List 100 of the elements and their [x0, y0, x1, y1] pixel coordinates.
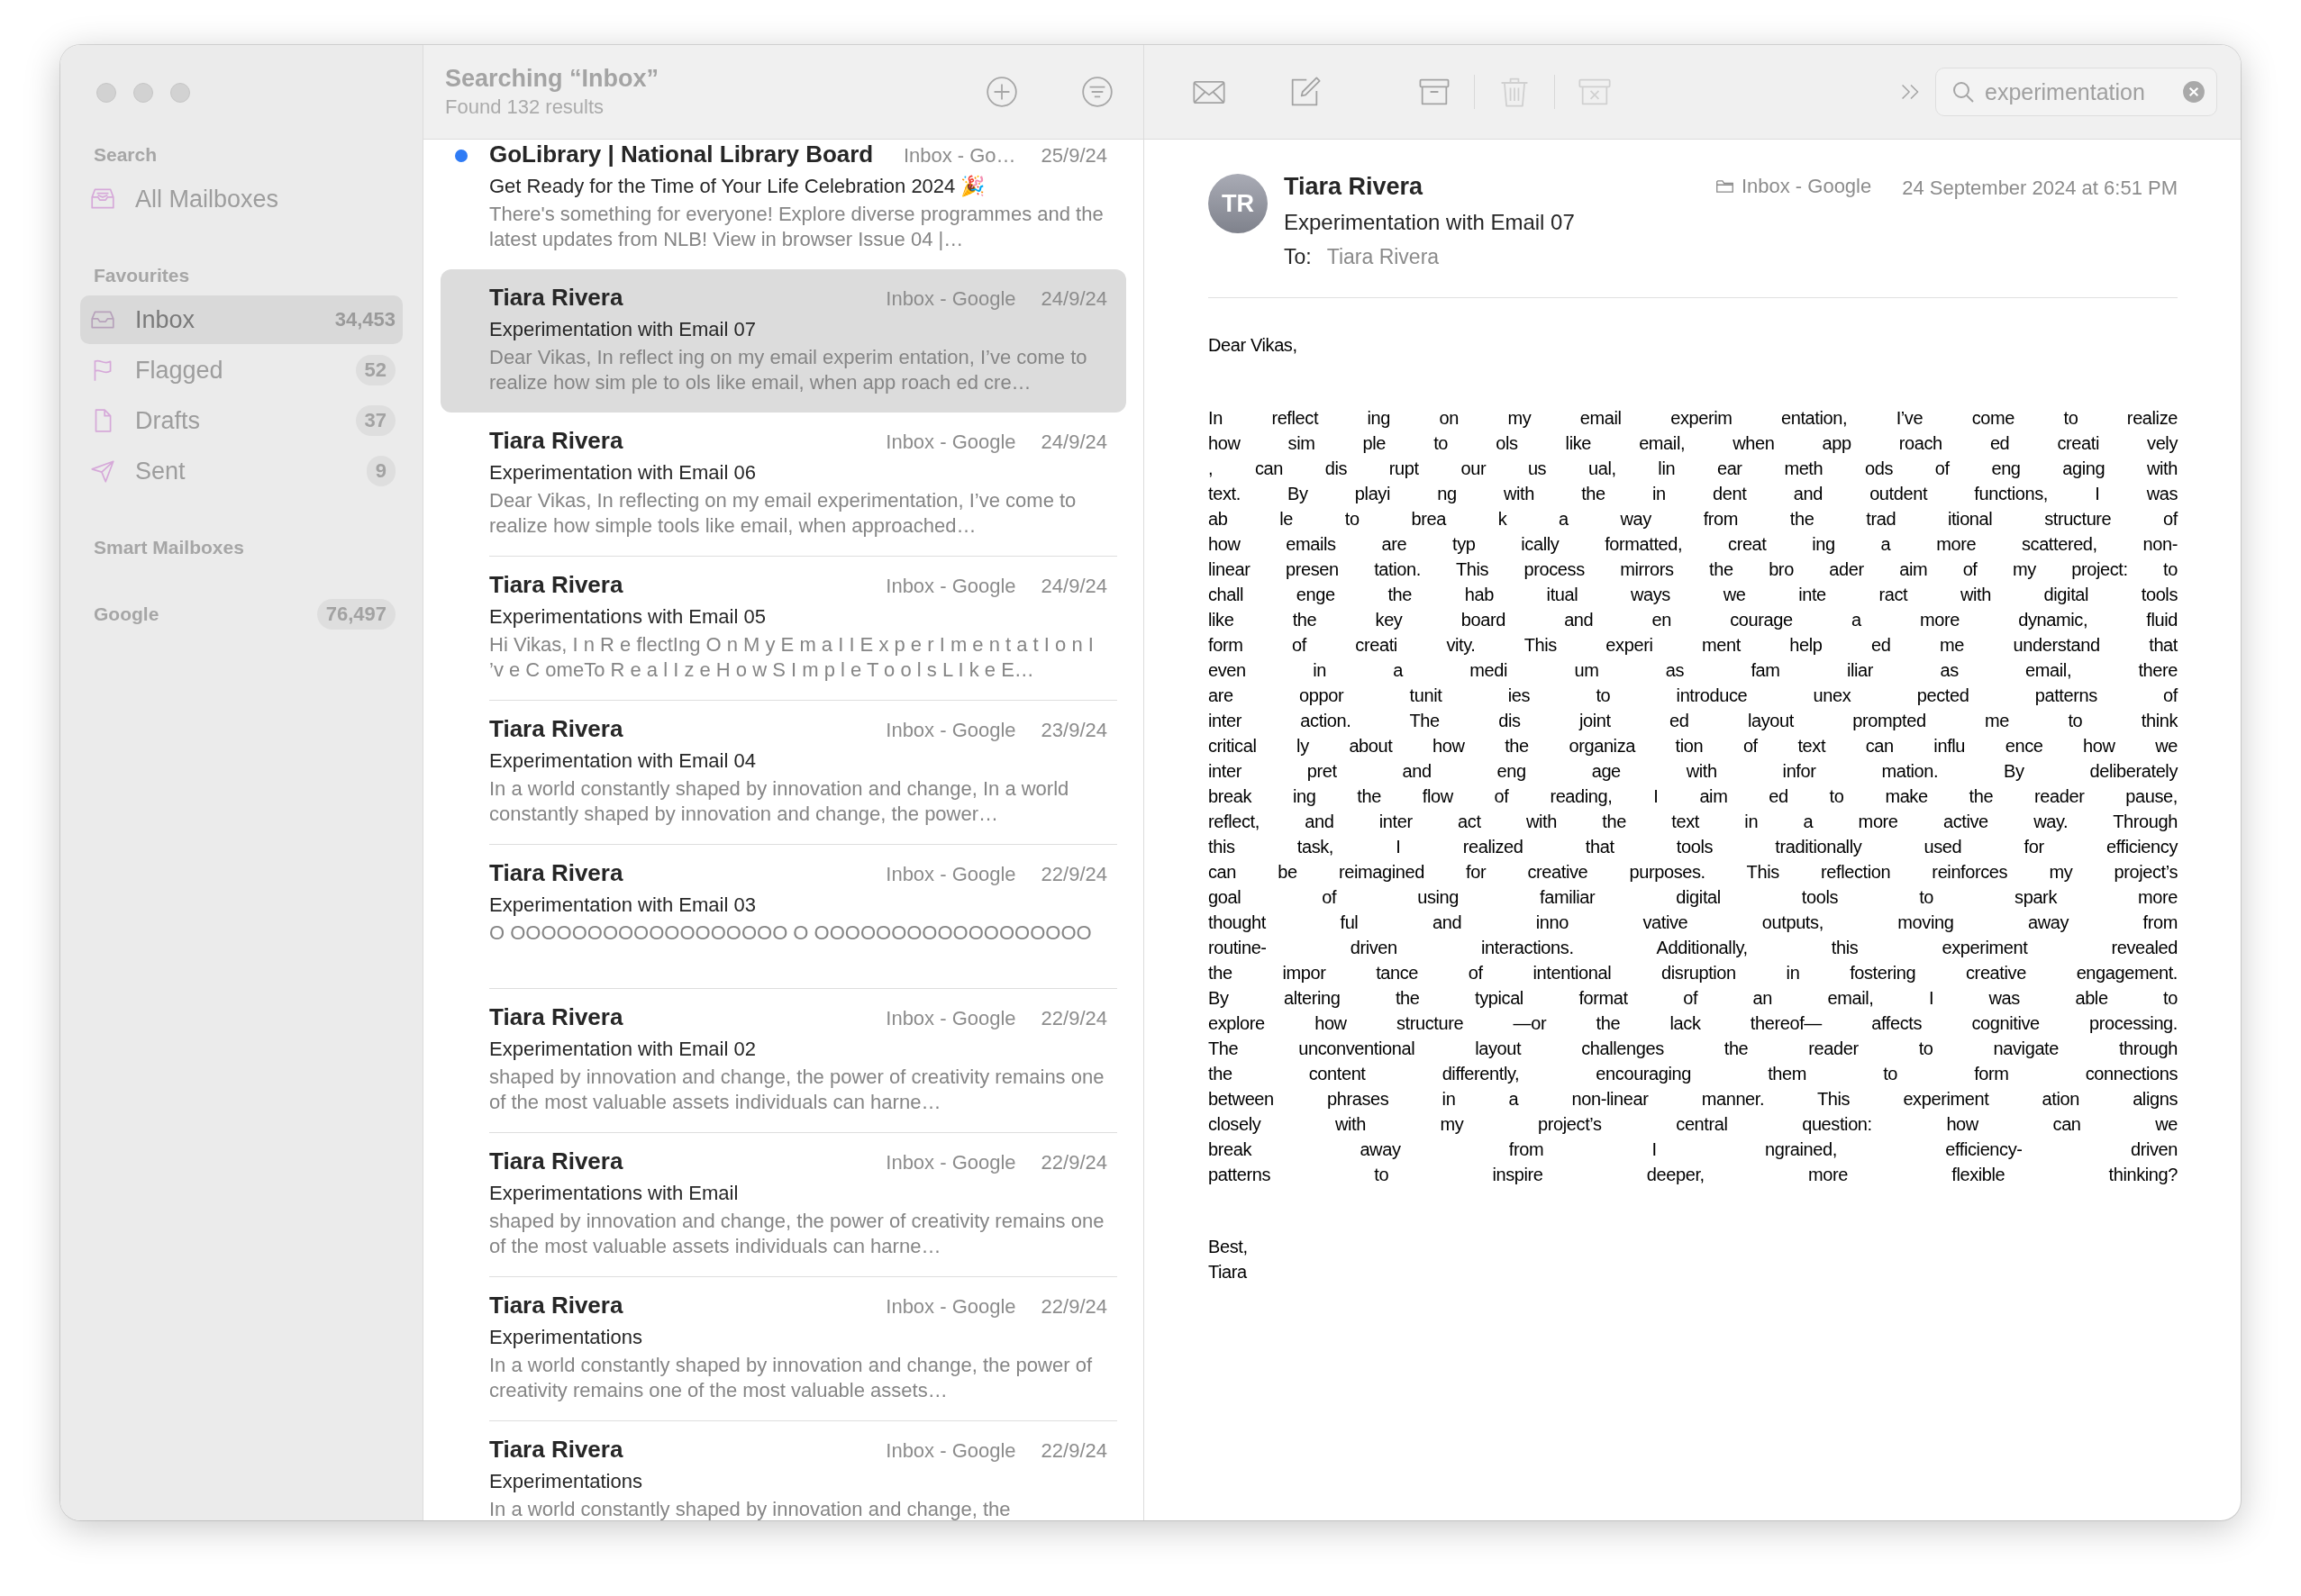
body-text-line: between phrases in a non-linear manner. This experiment ation aligns	[1208, 1088, 2178, 1111]
message-preview: O OOOOOOOOOOOOOOOOOO O OOOOOOOOOOOOOOOOOO	[489, 920, 1093, 946]
mailbox-label: Inbox - Google	[886, 1151, 1016, 1174]
section-heading: Google	[94, 603, 159, 625]
message-subject: Experimentation with Email 03	[489, 893, 757, 918]
paper-plane-icon	[89, 458, 116, 485]
recipient-name: Tiara Rivera	[1326, 245, 1440, 268]
message-row[interactable]: Tiara Rivera Inbox - Google 22/9/24 Experimentations with Email shaped by innovation and change, the power of creativity remains one of the most valuable assets individuals can harne…	[441, 1133, 1126, 1276]
message-date: 24/9/24	[1041, 575, 1107, 598]
section-heading: Search	[94, 144, 158, 166]
message-subject: Experimentation with Email 07	[1284, 209, 1576, 236]
message-subject: Experimentation with Email 07	[489, 317, 757, 342]
body-text-line: like the key board and en courage a more dynamic, fluid	[1208, 609, 2178, 631]
message-subject: Experimentation with Email 02	[489, 1037, 757, 1062]
message-preview: There's something for everyone! Explore diverse programmes and the latest updates from NLB! View in browser Issue 04 |…	[489, 202, 1105, 252]
section-heading: Smart Mailboxes	[94, 537, 244, 558]
item-count: 34,453	[334, 308, 396, 331]
body-text-line: reflect, and inter act with the text in a more active way. Through	[1208, 811, 2178, 833]
message-date: 25/9/24	[1041, 144, 1107, 168]
folder-icon	[1714, 178, 1734, 195]
window-control[interactable]	[133, 83, 153, 103]
sender-name: Tiara Rivera	[489, 1292, 624, 1319]
body-text-line: can be reimagined for creative purposes. This reflection reinforces my project’s	[1208, 861, 2178, 884]
mailbox-label: Inbox - Google	[886, 431, 1016, 454]
message-preview: In a world constantly shaped by innovation and change, the	[489, 1497, 1012, 1520]
message-row[interactable]: Tiara Rivera Inbox - Google 22/9/24 Experimentation with Email 02 shaped by innovation and change, the power of creativity remains one of the most valuable assets individuals can harne…	[441, 989, 1126, 1132]
sender-name: Tiara Rivera	[1284, 173, 1424, 201]
body-text-line: text. By playi ng with the in dent and outdent functions, I was	[1208, 483, 2178, 505]
sender-name: Tiara Rivera	[489, 284, 624, 312]
body-text-line: The unconventional layout challenges the reader to navigate through	[1208, 1038, 2178, 1060]
body-text-line: the content differently, encouraging them to form connections	[1208, 1063, 2178, 1085]
message-row[interactable]: Tiara Rivera Inbox - Google 22/9/24 Experimentations In a world constantly shaped by innovation and change, the power of creativity remains one of the most valuable assets…	[441, 1277, 1126, 1420]
body-text-line: the impor tance of intentional disruption in fostering creative engagement.	[1208, 962, 2178, 984]
section-heading: Favourites	[94, 265, 190, 286]
window-control[interactable]	[96, 83, 116, 103]
body-text-line: this task, I realized that tools traditionally used for efficiency	[1208, 836, 2178, 858]
body-text-line: chall enge the hab itual ways we inte ract with digital tools	[1208, 584, 2178, 606]
body-text-line: inter action. The dis joint ed layout prompted me to think	[1208, 710, 2178, 732]
sender-name: Tiara Rivera	[489, 1436, 624, 1464]
message-preview: Dear Vikas, In reflect ing on my email experim entation, I’ve come to realize how sim ple to ols like email, when app roach ed cre…	[489, 345, 1088, 395]
sender-name: Tiara Rivera	[489, 715, 624, 743]
search-icon	[1951, 79, 1976, 104]
message-subject: Experimentations with Email 05	[489, 604, 767, 630]
body-text-line: even in a medi um as fam iliar as email, there	[1208, 659, 2178, 682]
message-subject: Experimentation with Email 06	[489, 460, 757, 485]
body-text-line: explore how structure —or the lack thereof— affects cognitive processing.	[1208, 1012, 2178, 1035]
search-title: Searching “Inbox”	[445, 65, 660, 93]
add-icon[interactable]	[985, 75, 1019, 109]
count-badge: 9	[366, 456, 396, 486]
avatar: TR	[1208, 174, 1268, 233]
mailbox-label: Inbox - Google	[886, 1295, 1016, 1319]
sender-name: Tiara Rivera	[489, 859, 624, 887]
body-text-line: linear presen tation. This process mirrors the bro ader aim of my project: to	[1208, 558, 2178, 581]
message-date: 24/9/24	[1041, 287, 1107, 311]
message-row[interactable]: Tiara Rivera Inbox - Google 24/9/24 Experimentation with Email 06 Dear Vikas, In reflecting on my email experimentation, I’ve come to realize how simple tools like email, when approached…	[441, 413, 1126, 556]
mailbox-label: Inbox - Go…	[903, 144, 1016, 168]
count-badge: 37	[355, 405, 396, 436]
mailbox-label: Inbox - Google	[886, 575, 1016, 598]
message-row[interactable]: Tiara Rivera Inbox - Google 24/9/24 Experimentation with Email 07 Dear Vikas, In reflect ing on my email experim entation, I’ve come to realize how sim ple to ols like email, when app roach ed cre…	[441, 269, 1126, 413]
count-badge: 76,497	[316, 599, 396, 630]
sender-name: Tiara Rivera	[489, 427, 624, 455]
sender-name: GoLibrary | National Library Board	[489, 141, 875, 168]
mailbox-label: Inbox - Google	[886, 719, 1016, 742]
filter-icon[interactable]	[1080, 75, 1114, 109]
sender-name: Tiara Rivera	[489, 1003, 624, 1031]
body-text-line: how sim ple to ols like email, when app roach ed creati vely	[1208, 432, 2178, 455]
message-date: 24 September 2024 at 6:51 PM	[1902, 177, 2178, 200]
message-preview: Dear Vikas, In reflecting on my email experimentation, I’ve come to realize how simple tools like email, when approached…	[489, 488, 1078, 539]
body-text-line: break ing the flow of reading, I aim ed to make the reader pause,	[1208, 785, 2178, 808]
clear-icon[interactable]	[2182, 80, 2206, 104]
message-date: 23/9/24	[1041, 719, 1107, 742]
message-preview: In a world constantly shaped by innovation and change, In a world constantly shaped by innovation and change, the power…	[489, 776, 1070, 827]
result-count: Found 132 results	[445, 95, 605, 119]
message-subject: Experimentations	[489, 1469, 643, 1494]
body-text-line: are oppor tunit ies to introduce unex pected patterns of	[1208, 685, 2178, 707]
mailbox-label: Inbox - Google	[1741, 175, 1872, 198]
body-text-line: routine- driven interactions. Additionally, this experiment revealed	[1208, 937, 2178, 959]
mailbox-label: Inbox - Google	[886, 1439, 1016, 1463]
body-text-line: form of creati vity. This experi ment help ed me understand that	[1208, 634, 2178, 657]
mailbox-label: Inbox - Google	[886, 1007, 1016, 1030]
message-date: 22/9/24	[1041, 1007, 1107, 1030]
closing-text: Tiara	[1208, 1261, 1248, 1283]
message-date: 22/9/24	[1041, 1295, 1107, 1319]
message-row[interactable]: Tiara Rivera Inbox - Google 22/9/24 Experimentations In a world constantly shaped by innovation and change, the	[441, 1421, 1126, 1520]
window-control[interactable]	[170, 83, 190, 103]
sender-name: Tiara Rivera	[489, 1147, 624, 1175]
message-subject: Get Ready for the Time of Your Life Celebration 2024 🎉	[489, 174, 987, 199]
mailbox-label: Inbox - Google	[886, 863, 1016, 886]
body-text-line: By altering the typical format of an email, I was able to	[1208, 987, 2178, 1010]
sender-name: Tiara Rivera	[489, 571, 624, 599]
message-row[interactable]: Tiara Rivera Inbox - Google 23/9/24 Experimentation with Email 04 In a world constantly shaped by innovation and change, In a world constantly shaped by innovation and change, the power…	[441, 701, 1126, 844]
body-text-line: closely with my project’s central question: how can we	[1208, 1113, 2178, 1136]
body-text-line: goal of using familiar digital tools to spark more	[1208, 886, 2178, 909]
message-date: 22/9/24	[1041, 1151, 1107, 1174]
message-preview: shaped by innovation and change, the power of creativity remains one of the most valuable assets individuals can harne…	[489, 1065, 1105, 1115]
body-text-line: , can dis rupt our us ual, lin ear meth ods of eng aging with	[1208, 458, 2178, 480]
message-row[interactable]: Tiara Rivera Inbox - Google 22/9/24 Experimentation with Email 03 O OOOOOOOOOOOOOOOOOO O OOOOOOOOOOOOOOOOOO	[441, 845, 1126, 988]
recipient-label: To:	[1284, 245, 1312, 268]
message-date: 22/9/24	[1041, 863, 1107, 886]
message-date: 24/9/24	[1041, 431, 1107, 454]
